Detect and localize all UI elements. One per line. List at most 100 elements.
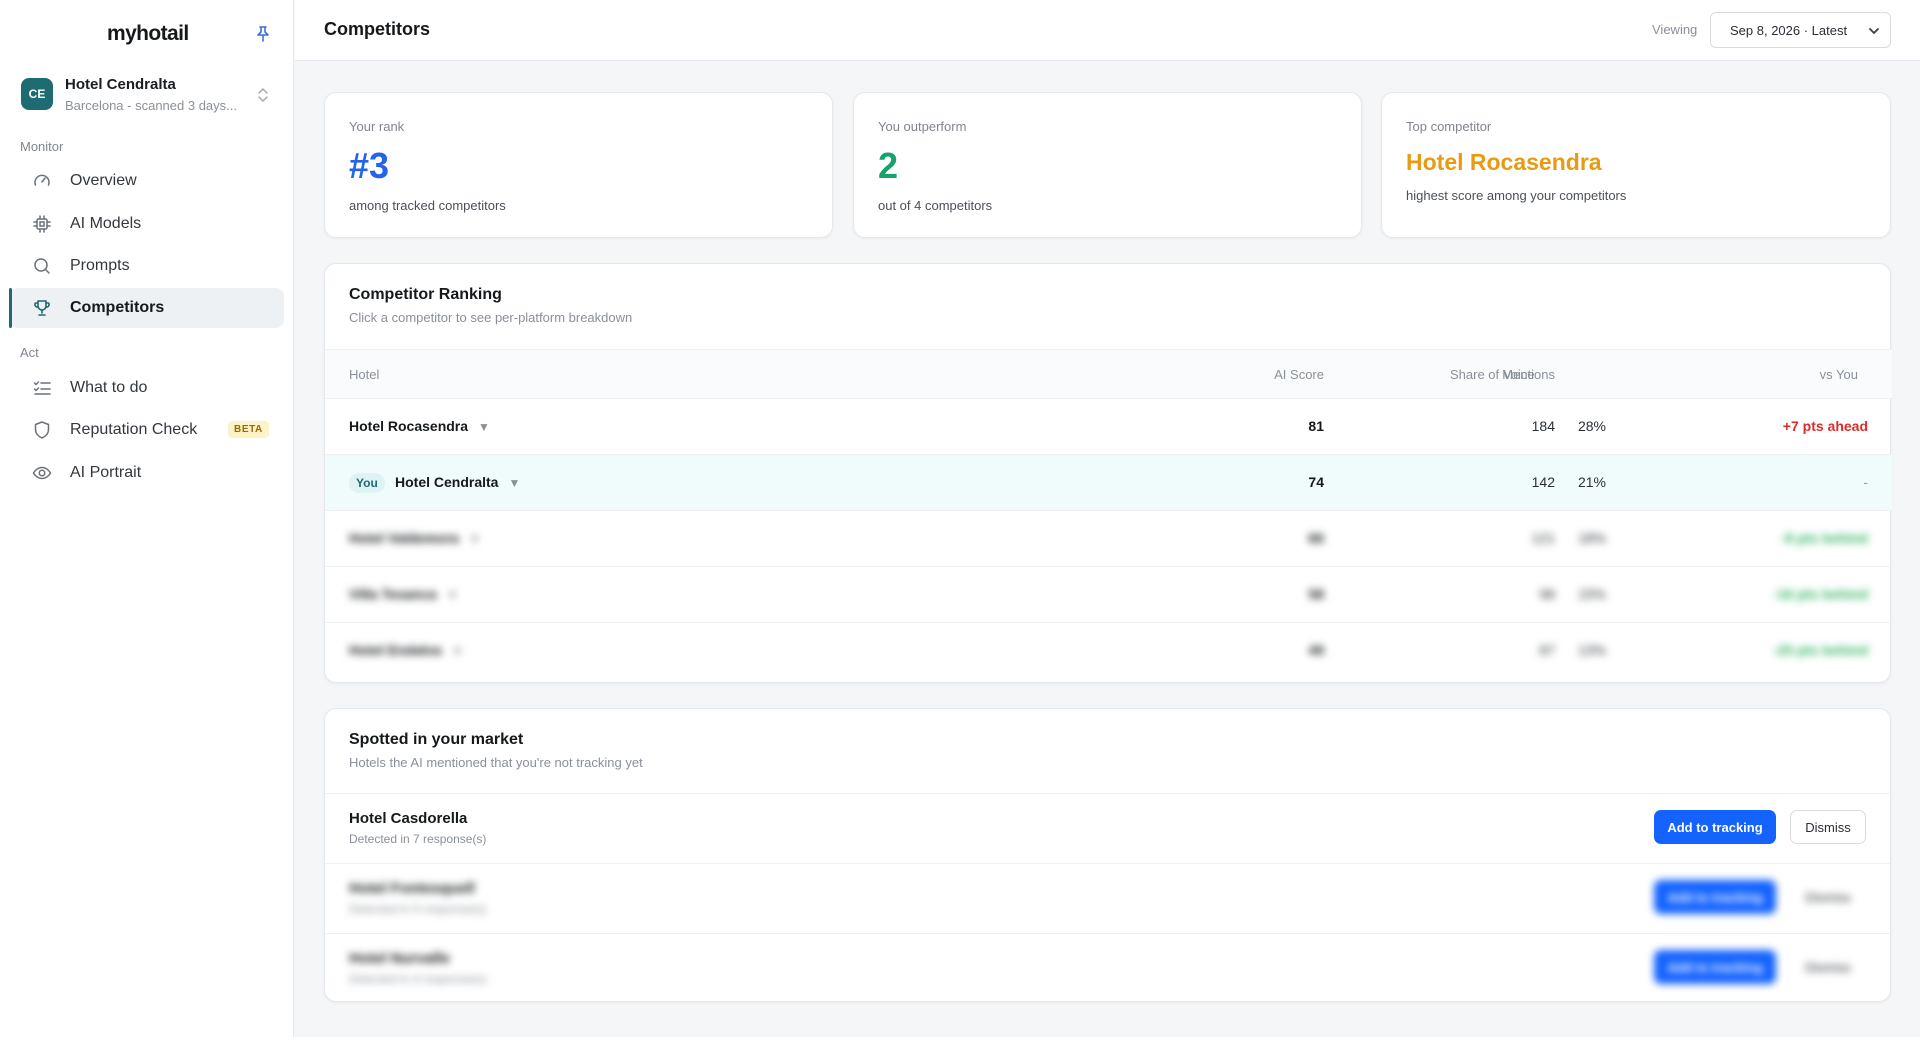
stat-card-outperform: You outperform 2 out of 4 competitors (853, 92, 1362, 238)
viewing-label: Viewing (1652, 22, 1698, 37)
hotel-name: Villa Tesanca (349, 586, 437, 602)
caret-down-icon: ▼ (468, 532, 481, 546)
panel-title: Spotted in your market (349, 731, 524, 748)
list-item-blurred: Hotel Nurvalle Detected in 4 response(s)… (325, 933, 1892, 1003)
row-share-of-voice: 18% (1577, 530, 1606, 546)
column-header-vs-you[interactable]: vs You (1820, 367, 1858, 382)
sidebar-item-competitors[interactable]: Competitors (9, 288, 284, 328)
hotel-name: Hotel Valdemora (349, 530, 459, 546)
row-vs-you: -8 pts behind (1780, 530, 1868, 546)
hotel-name: Hotel Rocasendra (349, 418, 469, 434)
beta-badge: BETA (228, 421, 269, 438)
caret-down-icon[interactable]: ▼ (508, 476, 520, 490)
caret-down-icon[interactable]: ▼ (478, 420, 490, 434)
market-hotel-detail: Detected in 4 response(s) (349, 972, 487, 986)
section-label-monitor: Monitor (20, 139, 64, 154)
sidebar-item-label: Reputation Check (70, 421, 198, 438)
row-share-of-voice: 28% (1577, 418, 1606, 434)
stat-card-top-competitor: Top competitor Hotel Rocasendra highest … (1381, 92, 1891, 238)
hotel-name: Hotel Endalva (349, 642, 442, 658)
sidebar-item-label: What to do (70, 379, 148, 396)
chip-icon (33, 215, 51, 233)
market-hotel-detail: Detected in 7 response(s) (349, 832, 487, 846)
add-to-tracking-button[interactable]: Add to tracking (1654, 950, 1776, 984)
row-hotel-cell: Villa Tesanca ▼ (349, 586, 458, 602)
row-ai-score: 58 (1308, 586, 1324, 602)
spotted-in-market-panel: Spotted in your market Hotels the AI men… (324, 708, 1892, 1003)
row-share-of-voice: 13% (1577, 642, 1606, 658)
sidebar-item-ai-models[interactable]: AI Models (10, 204, 284, 244)
row-ai-score: 81 (1308, 418, 1324, 434)
row-vs-you: +7 pts ahead (1782, 418, 1868, 434)
row-hotel-cell: Hotel Rocasendra ▼ (349, 418, 490, 434)
stat-sub: out of 4 competitors (878, 198, 993, 213)
table-row[interactable]: Hotel Rocasendra ▼ 81 184 28% +7 pts ahea… (325, 399, 1892, 455)
row-vs-you: - (1863, 474, 1868, 490)
row-share-of-voice: 15% (1577, 586, 1606, 602)
app-logo[interactable]: myhotail (107, 22, 189, 46)
section-label-act: Act (20, 345, 39, 360)
date-select[interactable]: Sep 8, 2026 · Latest (1710, 12, 1891, 48)
row-hotel-cell: Hotel Cendralta ▼ (395, 474, 520, 490)
dismiss-button[interactable]: Dismiss (1790, 950, 1866, 984)
row-ai-score: 66 (1308, 530, 1324, 546)
column-header-share-of-voice[interactable]: Share of Voice (1450, 367, 1535, 382)
column-header-ai-score[interactable]: AI Score (1274, 367, 1324, 382)
list-item: Hotel Casdorella Detected in 7 response(… (325, 793, 1892, 863)
market-hotel-name: Hotel Casdorella (349, 810, 468, 827)
sidebar-item-prompts[interactable]: Prompts (10, 246, 284, 286)
dismiss-button[interactable]: Dismiss (1790, 880, 1866, 914)
pin-icon[interactable] (253, 24, 273, 44)
stat-label: You outperform (878, 119, 967, 134)
eye-icon (32, 466, 52, 480)
sidebar-item-label: Prompts (70, 257, 130, 274)
hotel-switcher[interactable]: CE Hotel Cendralta Barcelona - scanned 3… (20, 72, 276, 118)
stat-value-top-competitor: Hotel Rocasendra (1406, 149, 1602, 175)
chevron-updown-icon (258, 88, 268, 102)
table-row-blurred[interactable]: Hotel Endalva ▼ 49 87 13% -25 pts behind (325, 623, 1892, 679)
column-header-hotel[interactable]: Hotel (349, 367, 379, 382)
sidebar-item-overview[interactable]: Overview (10, 161, 284, 201)
row-vs-you: -25 pts behind (1773, 642, 1868, 658)
add-to-tracking-button[interactable]: Add to tracking (1654, 810, 1776, 844)
list-item-blurred: Hotel Fontesquell Detected in 5 response… (325, 863, 1892, 933)
stat-sub: highest score among your competitors (1406, 188, 1627, 203)
shield-icon (34, 421, 50, 439)
sidebar-item-label: Competitors (70, 299, 165, 316)
hotel-switcher-subtitle: Barcelona - scanned 3 days... (65, 98, 237, 113)
row-ai-score: 74 (1308, 474, 1324, 490)
stat-card-rank: Your rank #3 among tracked competitors (324, 92, 833, 238)
add-to-tracking-button[interactable]: Add to tracking (1654, 880, 1776, 914)
sidebar-item-ai-portrait[interactable]: AI Portrait (10, 453, 284, 493)
sidebar-item-label: Overview (70, 172, 137, 189)
sidebar-item-reputation-check[interactable]: Reputation Check BETA (10, 410, 284, 450)
market-hotel-name: Hotel Nurvalle (349, 950, 450, 967)
hotel-avatar: CE (21, 78, 53, 110)
gauge-icon (34, 174, 50, 186)
table-row-blurred[interactable]: Villa Tesanca ▼ 58 98 15% -16 pts behind (325, 567, 1892, 623)
row-share-of-voice: 21% (1577, 474, 1606, 490)
row-vs-you: -16 pts behind (1773, 586, 1868, 602)
stat-sub: among tracked competitors (349, 198, 506, 213)
sidebar-item-what-to-do[interactable]: What to do (10, 368, 284, 408)
checklist-icon (33, 381, 51, 395)
stat-label: Your rank (349, 119, 405, 134)
table-row-you[interactable]: You Hotel Cendralta ▼ 74 142 21% - (325, 455, 1892, 511)
date-select-value: Sep 8, 2026 · Latest (1730, 23, 1848, 38)
dismiss-button[interactable]: Dismiss (1790, 810, 1866, 844)
sidebar-item-label: AI Portrait (70, 464, 142, 481)
caret-down-icon: ▼ (451, 644, 464, 658)
stat-label: Top competitor (1406, 119, 1492, 134)
row-ai-score: 49 (1308, 642, 1324, 658)
top-header: Competitors Viewing Sep 8, 2026 · Latest (295, 0, 1920, 61)
search-icon (34, 258, 50, 274)
page-title: Competitors (324, 19, 431, 39)
competitor-ranking-panel: Competitor Ranking Click a competitor to… (324, 263, 1892, 683)
panel-title: Competitor Ranking (349, 286, 502, 303)
market-hotel-name: Hotel Fontesquell (349, 880, 475, 897)
chevron-down-icon (1869, 28, 1879, 34)
table-row-blurred[interactable]: Hotel Valdemora ▼ 66 121 18% -8 pts behin… (325, 511, 1892, 567)
table-header: Hotel AI Score Mentions vs You Share of … (325, 349, 1892, 399)
row-hotel-cell: Hotel Valdemora ▼ (349, 530, 481, 546)
row-hotel-cell: Hotel Endalva ▼ (349, 642, 463, 658)
